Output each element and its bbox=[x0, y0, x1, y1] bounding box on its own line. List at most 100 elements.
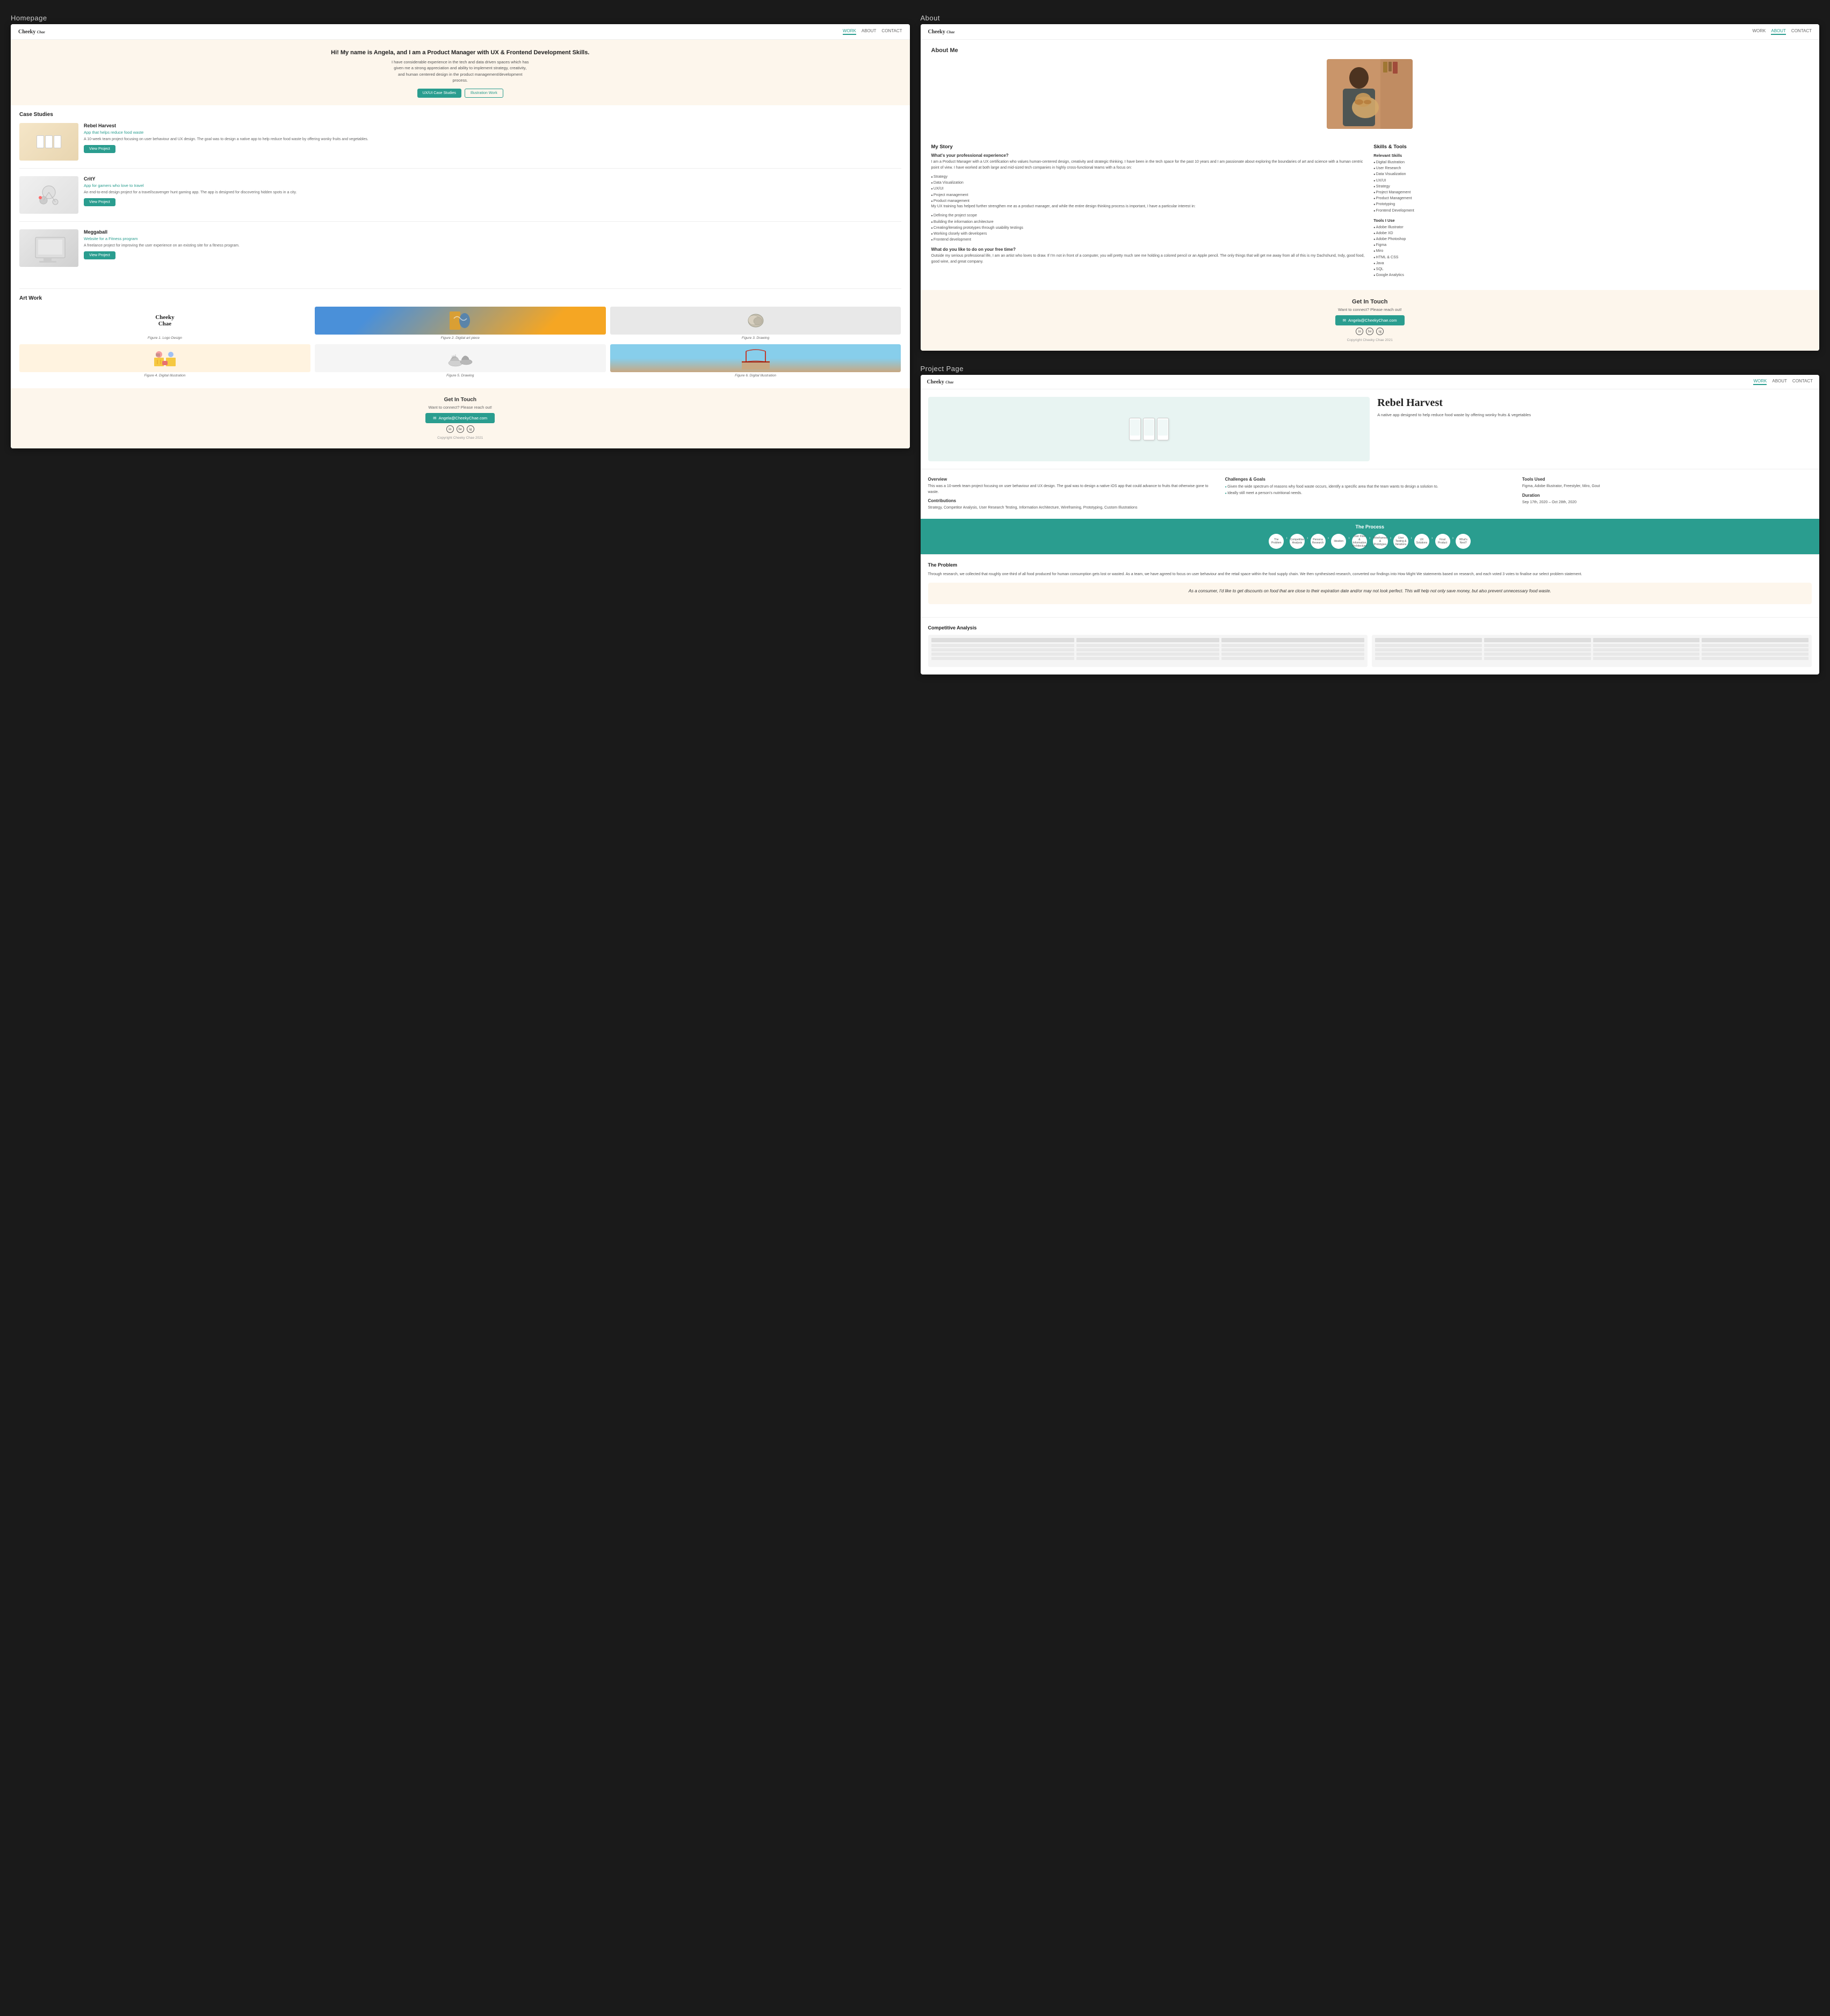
arrow-2: › bbox=[1307, 535, 1308, 547]
arrow-7: › bbox=[1411, 535, 1412, 547]
table-row bbox=[1375, 648, 1809, 651]
behance-icon[interactable]: be bbox=[457, 425, 464, 433]
proj-nav-contact[interactable]: CONTACT bbox=[1792, 379, 1813, 385]
nav-contact[interactable]: CONTACT bbox=[881, 28, 902, 35]
hero-heading: Hi! My name is Angela, and I am a Produc… bbox=[21, 49, 899, 56]
about-behance-icon[interactable]: be bbox=[1366, 328, 1373, 335]
about-nav-work[interactable]: WORK bbox=[1752, 28, 1766, 35]
duration-title: Duration bbox=[1522, 493, 1812, 498]
footer-email-btn[interactable]: ✉ Angela@CheekyChae.com bbox=[425, 413, 495, 423]
problem-statement-text: As a consumer, I'd like to get discounts… bbox=[937, 588, 1804, 594]
copyright: Copyright Cheeky Chae 2021 bbox=[19, 436, 901, 440]
about-nav-contact[interactable]: CONTACT bbox=[1791, 28, 1812, 35]
tool-item: Adobe XD bbox=[1373, 230, 1809, 236]
cell bbox=[1221, 648, 1364, 651]
cell bbox=[1076, 648, 1219, 651]
homepage-card: Cheeky Chae WORK ABOUT CONTACT Hi! My na… bbox=[11, 24, 910, 448]
cell bbox=[931, 648, 1074, 651]
step-circle-2: Competitive Analysis bbox=[1290, 534, 1305, 549]
about-photo-art bbox=[1327, 59, 1413, 129]
cell bbox=[1484, 638, 1591, 642]
step-3: Persona Research bbox=[1311, 534, 1326, 549]
art-grid-top: Cheeky Chae Figure 1. Logo Design bbox=[19, 307, 901, 340]
contributions-body: Strategy, Competitor Analysis, User Rese… bbox=[928, 505, 1218, 511]
step-circle-8: UX Solutions bbox=[1414, 534, 1429, 549]
illustration-btn[interactable]: Illustration Work bbox=[465, 89, 503, 98]
step-9: Final Product bbox=[1435, 534, 1450, 549]
case-studies-section: Case Studies Rebel Harvest App that help… bbox=[11, 105, 910, 288]
email-icon-2: ✉ bbox=[1343, 318, 1346, 323]
about-footer: Get In Touch Want to connect? Please rea… bbox=[921, 290, 1820, 351]
phone-mock-3 bbox=[54, 135, 61, 148]
case-study-mega: Meggaball Website for a Fitness program … bbox=[19, 229, 901, 274]
art-work-section: Art Work Cheeky Chae Figure 1. Logo Desi… bbox=[11, 289, 910, 388]
challenge-item: Given the wide spectrum of reasons why f… bbox=[1225, 484, 1515, 490]
mega-btn[interactable]: View Project bbox=[84, 251, 115, 259]
art-digital-svg bbox=[449, 310, 472, 331]
cell bbox=[1076, 652, 1219, 656]
crity-btn[interactable]: View Project bbox=[84, 198, 115, 206]
problem-statement: As a consumer, I'd like to get discounts… bbox=[928, 583, 1812, 604]
art-work-title: Art Work bbox=[19, 295, 901, 301]
process-steps: The Problem › Competitive Analysis › Per… bbox=[928, 534, 1812, 549]
challenges-title: Challenges & Goals bbox=[1225, 477, 1515, 482]
about-email-btn[interactable]: ✉ Angela@CheekyChae.com bbox=[1335, 315, 1405, 325]
art-grid-bottom: Figure 4. Digital Illustration bbox=[19, 344, 901, 378]
nav-work[interactable]: WORK bbox=[843, 28, 856, 35]
step-circle-9: Final Product bbox=[1435, 534, 1450, 549]
overview-title: Overview bbox=[928, 477, 1218, 482]
competitive-grid bbox=[928, 635, 1812, 667]
step-6: Wireframes & Prototypes bbox=[1373, 534, 1388, 549]
about-social-icons: in be ig bbox=[929, 328, 1811, 335]
proj-hero-phones bbox=[928, 397, 1370, 461]
rebel-btn[interactable]: View Project bbox=[84, 145, 115, 153]
skill-item: UX/UI bbox=[1373, 178, 1809, 184]
art-item-5: Figure 5. Drawing bbox=[315, 344, 606, 378]
nav-about[interactable]: ABOUT bbox=[862, 28, 877, 35]
cell bbox=[1593, 652, 1700, 656]
cell bbox=[1702, 644, 1809, 647]
about-copyright: Copyright Cheeky Chae 2021 bbox=[929, 338, 1811, 342]
about-linkedin-icon[interactable]: in bbox=[1356, 328, 1363, 335]
cell bbox=[1375, 644, 1482, 647]
story-list2: Defining the project scope Building the … bbox=[931, 213, 1366, 243]
cell bbox=[1593, 657, 1700, 660]
table-row bbox=[1375, 652, 1809, 656]
cell bbox=[1593, 648, 1700, 651]
uxui-btn[interactable]: UX/UI Case Studies bbox=[417, 89, 461, 98]
about-nav-links: WORK ABOUT CONTACT bbox=[1752, 28, 1812, 35]
table-header bbox=[931, 638, 1365, 642]
art-item-1: Cheeky Chae Figure 1. Logo Design bbox=[19, 307, 310, 340]
step-circle-5: User Flow & Information Architecture bbox=[1352, 534, 1367, 549]
art-item-3: Figure 3. Drawing bbox=[610, 307, 901, 340]
project-label: Project Page bbox=[921, 361, 1820, 375]
homepage-footer: Get In Touch Want to connect? Please rea… bbox=[11, 388, 910, 448]
instagram-icon[interactable]: ig bbox=[467, 425, 474, 433]
project-process: The Process The Problem › Competitive An… bbox=[921, 519, 1820, 554]
story-p3: Outside my serious professional life, I … bbox=[931, 253, 1366, 265]
art-caption-5: Figure 5. Drawing bbox=[315, 374, 606, 378]
crity-subtitle: App for gamers who love to travel bbox=[84, 183, 296, 188]
proj-nav-about[interactable]: ABOUT bbox=[1772, 379, 1787, 385]
cell bbox=[1484, 657, 1591, 660]
project-problem: The Problem Through research, we collect… bbox=[921, 554, 1820, 618]
skill-item: Digital Illustration bbox=[1373, 159, 1809, 165]
linkedin-icon[interactable]: in bbox=[446, 425, 454, 433]
art-drawing-svg bbox=[744, 310, 768, 331]
tool-item: SQL bbox=[1373, 266, 1809, 272]
mega-title: Meggaball bbox=[84, 229, 240, 235]
tool-item: Figma bbox=[1373, 242, 1809, 248]
about-instagram-icon[interactable]: ig bbox=[1376, 328, 1384, 335]
art-thumb-6 bbox=[610, 344, 901, 372]
about-content-grid: My Story What's your professional experi… bbox=[921, 144, 1820, 290]
list-item: UX/UI bbox=[931, 186, 1366, 192]
competitive-section: Competitive Analysis bbox=[921, 617, 1820, 675]
step-1: The Problem bbox=[1269, 534, 1284, 549]
about-nav-about[interactable]: ABOUT bbox=[1771, 28, 1786, 35]
cell bbox=[931, 657, 1074, 660]
homepage-label: Homepage bbox=[11, 11, 910, 24]
table-row bbox=[1375, 657, 1809, 660]
cell bbox=[1702, 652, 1809, 656]
tool-item: Miro bbox=[1373, 248, 1809, 254]
proj-nav-work[interactable]: WORK bbox=[1753, 379, 1767, 385]
